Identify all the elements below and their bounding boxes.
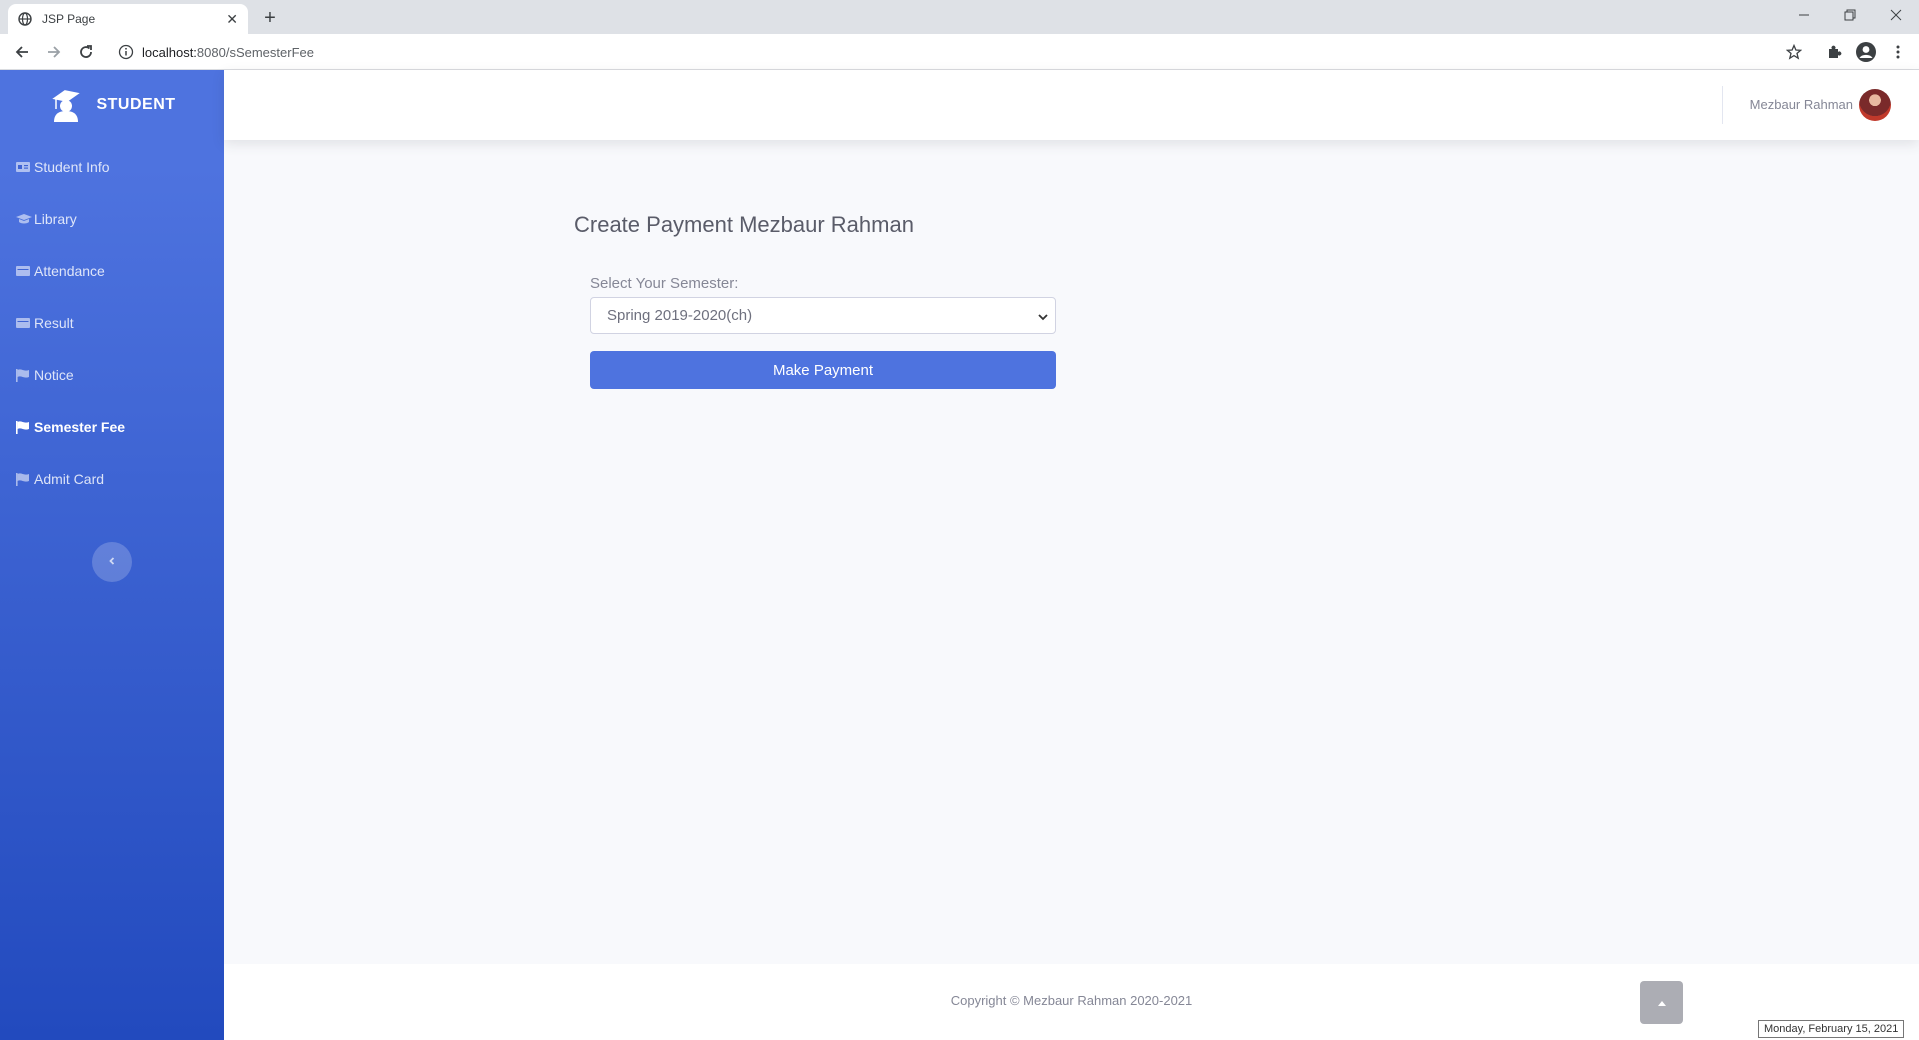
- flag-icon: [16, 472, 32, 486]
- sidebar-item-label: Student Info: [34, 159, 110, 175]
- sidebar-item-label: Notice: [34, 367, 74, 383]
- brand-title: STUDENT: [96, 96, 176, 113]
- avatar[interactable]: [1859, 89, 1891, 121]
- sidebar-item-semester-fee[interactable]: Semester Fee: [0, 407, 224, 447]
- sidebar-brand[interactable]: STUDENT: [0, 70, 224, 140]
- sidebar-item-admit-card[interactable]: Admit Card: [0, 459, 224, 499]
- window-controls: [1781, 0, 1919, 30]
- forward-arrow-icon[interactable]: [42, 40, 66, 64]
- address-bar[interactable]: localhost:8080/sSemesterFee: [142, 45, 314, 60]
- semester-label: Select Your Semester:: [590, 275, 739, 292]
- sidebar-item-attendance[interactable]: Attendance: [0, 251, 224, 291]
- topbar: Mezbaur Rahman: [224, 70, 1919, 140]
- chevron-up-icon: [1657, 994, 1667, 1012]
- flag-icon: [16, 368, 32, 382]
- sidebar-item-label: Library: [34, 211, 77, 227]
- globe-icon: [18, 12, 32, 26]
- close-window-icon[interactable]: [1873, 0, 1919, 30]
- graduation-cap-icon: [16, 212, 32, 226]
- browser-toolbar: localhost:8080/sSemesterFee: [0, 34, 1919, 70]
- url-host-text: localhost:: [142, 45, 197, 60]
- profile-icon[interactable]: [1854, 40, 1878, 64]
- minimize-icon[interactable]: [1781, 0, 1827, 30]
- sidebar-item-notice[interactable]: Notice: [0, 355, 224, 395]
- table-icon: [16, 316, 32, 330]
- restore-icon[interactable]: [1827, 0, 1873, 30]
- new-tab-icon[interactable]: +: [258, 6, 282, 30]
- scroll-to-top-button[interactable]: [1640, 981, 1683, 1024]
- sidebar-item-student-info[interactable]: Student Info: [0, 147, 224, 187]
- sidebar-item-label: Admit Card: [34, 471, 105, 487]
- sidebar-item-result[interactable]: Result: [0, 303, 224, 343]
- date-tooltip: Monday, February 15, 2021: [1758, 1020, 1905, 1038]
- tab-title: JSP Page: [42, 12, 96, 26]
- main-content: Create Payment Mezbaur Rahman Select You…: [224, 140, 1919, 964]
- graduate-student-icon: [48, 87, 84, 123]
- page-title: Create Payment Mezbaur Rahman: [574, 212, 914, 237]
- chevron-left-icon: [107, 553, 117, 571]
- sidebar-item-label: Attendance: [34, 263, 105, 279]
- make-payment-button[interactable]: Make Payment: [590, 351, 1056, 389]
- extensions-puzzle-icon[interactable]: [1822, 40, 1846, 64]
- back-arrow-icon[interactable]: [10, 40, 34, 64]
- sidebar: STUDENT Student Info Library Attendance …: [0, 70, 224, 1040]
- sidebar-item-library[interactable]: Library: [0, 199, 224, 239]
- tab-close-icon[interactable]: ✕: [226, 11, 238, 28]
- browser-menu-icon[interactable]: [1886, 40, 1910, 64]
- sidebar-toggle-button[interactable]: [92, 542, 132, 582]
- reload-icon[interactable]: [74, 40, 98, 64]
- semester-select[interactable]: Spring 2019-2020(ch): [590, 297, 1056, 334]
- user-name[interactable]: Mezbaur Rahman: [1750, 97, 1853, 112]
- sidebar-item-label: Semester Fee: [34, 419, 126, 435]
- id-card-icon: [16, 160, 32, 174]
- sidebar-item-label: Result: [34, 315, 74, 331]
- url-path-text: 8080/sSemesterFee: [196, 45, 314, 60]
- chevron-down-icon: [1037, 310, 1049, 322]
- flag-icon: [16, 420, 32, 434]
- bookmark-star-icon[interactable]: [1782, 40, 1806, 64]
- topbar-divider: [1722, 86, 1723, 124]
- semester-selected-value: Spring 2019-2020(ch): [607, 307, 753, 324]
- browser-tab-bar: JSP Page ✕ +: [0, 0, 1919, 34]
- site-info-icon[interactable]: [118, 44, 134, 60]
- browser-tab[interactable]: JSP Page ✕: [8, 4, 248, 34]
- table-icon: [16, 264, 32, 278]
